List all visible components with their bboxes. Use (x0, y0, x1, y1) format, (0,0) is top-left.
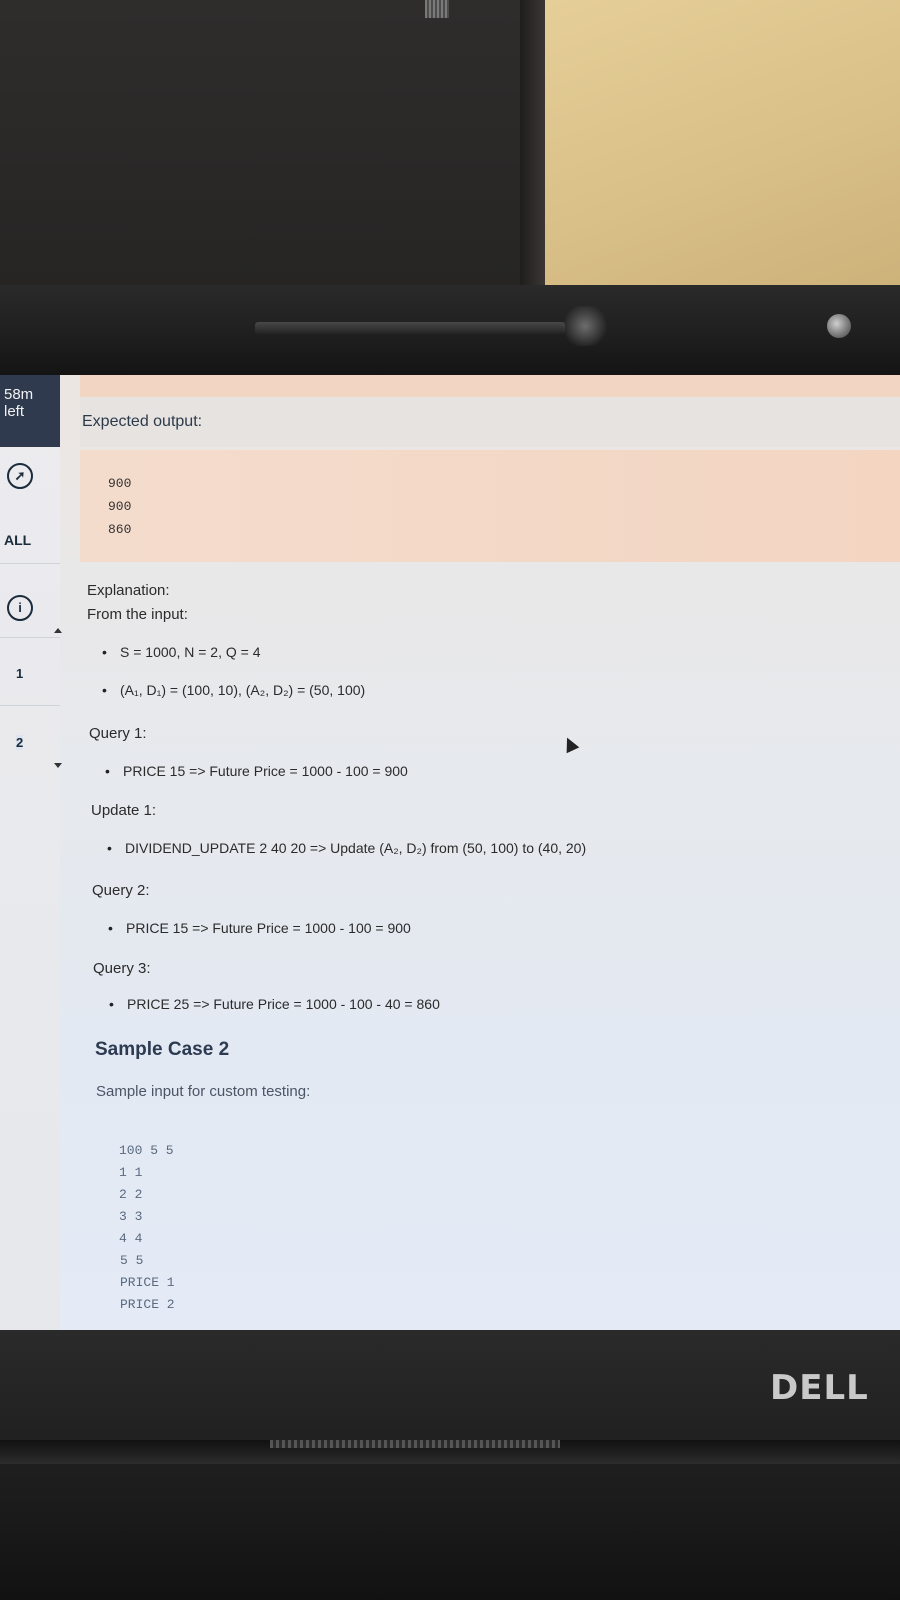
laptop-screen: 58m left ➚ ALL i 1 2 Expected output: 90… (0, 375, 900, 1330)
sample-input-line: PRICE 2 (120, 1297, 175, 1312)
problem-content: Expected output: 900 900 860 Explanation… (80, 375, 900, 1330)
webcam-icon (827, 314, 851, 338)
sample-input-subtitle: Sample input for custom testing: (96, 1083, 311, 1100)
sample-case-heading: Sample Case 2 (95, 1039, 230, 1060)
step-label: Query 2: (92, 882, 150, 899)
step-text: DIVIDEND_UPDATE 2 40 20 => Update (A₂, D… (107, 840, 586, 856)
previous-output-box (80, 375, 900, 397)
step-text: PRICE 15 => Future Price = 1000 - 100 = … (105, 763, 408, 779)
expected-output-label: Expected output: (82, 413, 203, 430)
info-icon[interactable]: i (7, 595, 33, 621)
timer-label: left (4, 403, 25, 420)
mouse-cursor-icon (560, 734, 580, 754)
scroll-down-icon[interactable] (54, 763, 62, 768)
output-line: 900 (108, 476, 132, 491)
sample-input-line: 5 5 (120, 1253, 144, 1268)
scroll-up-icon[interactable] (54, 628, 62, 633)
question-1[interactable]: 1 (16, 666, 23, 681)
step-label: Query 1: (89, 725, 147, 742)
filter-all[interactable]: ALL (4, 532, 31, 548)
step-text: PRICE 25 => Future Price = 1000 - 100 - … (109, 996, 440, 1012)
background-monitor-edge (520, 0, 545, 285)
explanation-title: Explanation: (87, 582, 170, 599)
laptop-bottom-bezel (0, 1330, 900, 1600)
sidebar-divider (0, 637, 60, 638)
time-remaining: 58m left (0, 375, 60, 447)
sample-input-line: 2 2 (119, 1187, 143, 1202)
step-label: Update 1: (91, 802, 157, 819)
compass-icon[interactable]: ➚ (7, 463, 33, 489)
laptop-vent (270, 1440, 560, 1448)
step-text: PRICE 15 => Future Price = 1000 - 100 = … (108, 920, 411, 936)
sample-input-line: 100 5 5 (119, 1143, 174, 1158)
expected-output-header: Expected output: (80, 397, 900, 447)
question-2[interactable]: 2 (16, 735, 24, 750)
explanation-intro: From the input: (87, 606, 188, 623)
background-wall (545, 0, 900, 285)
explanation-bullet: (A₁, D₁) = (100, 10), (A₂, D₂) = (50, 10… (102, 682, 365, 698)
bezel-smudge (560, 306, 610, 346)
background-monitor (0, 0, 545, 285)
output-line: 860 (108, 522, 132, 537)
monitor-sticker (425, 0, 449, 18)
expected-output-box: 900 900 860 (80, 450, 900, 562)
brand-logo: DELL (770, 1368, 869, 1408)
output-line: 900 (108, 499, 132, 514)
sample-input-line: PRICE 1 (120, 1275, 175, 1290)
step-label: Query 3: (93, 960, 151, 977)
sidebar-divider (0, 705, 60, 706)
sample-input-line: 3 3 (119, 1209, 143, 1224)
explanation-bullet: S = 1000, N = 2, Q = 4 (102, 644, 261, 660)
sample-input-line: 1 1 (119, 1165, 143, 1180)
laptop-bezel-slot (255, 322, 565, 334)
sample-input-line: 4 4 (119, 1231, 143, 1246)
timer-value: 58m (4, 386, 34, 403)
question-sidebar: 58m left ➚ ALL i 1 2 (0, 375, 62, 1330)
sidebar-divider (0, 563, 60, 564)
